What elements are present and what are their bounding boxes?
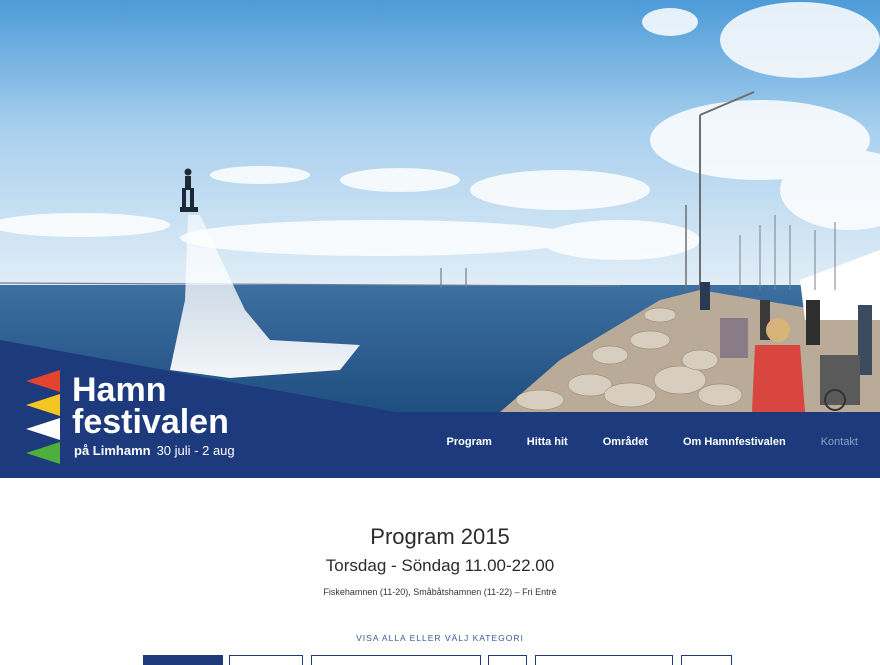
nav-omradet[interactable]: Området [603, 436, 648, 450]
filter-button[interactable] [229, 655, 303, 665]
program-section: Program 2015 Torsdag - Söndag 11.00-22.0… [0, 478, 880, 665]
logo-tagline: på Limhamn 30 juli - 2 aug [74, 443, 235, 458]
filter-button[interactable] [535, 655, 673, 665]
nav-program[interactable]: Program [447, 436, 492, 450]
page-subtitle: Torsdag - Söndag 11.00-22.00 [325, 556, 555, 575]
main-nav: Program Hitta hit Området Om Hamnfestiva… [412, 436, 858, 450]
filter-button[interactable] [311, 655, 481, 665]
filter-button[interactable] [681, 655, 732, 665]
page-title: Program 2015 [370, 524, 510, 549]
hero-banner: Hamn festivalen på Limhamn 30 juli - 2 au… [0, 0, 880, 478]
category-filters [0, 655, 880, 665]
filter-button-all[interactable] [143, 655, 223, 665]
filter-button[interactable] [488, 655, 527, 665]
venue-info: Fiskehamnen (11-20), Småbåtshamnen (11-2… [323, 587, 557, 597]
flag-icon [26, 370, 60, 464]
festival-logo[interactable]: Hamn festivalen på Limhamn 30 juli - 2 au… [26, 370, 266, 470]
nav-om-hamnfestivalen[interactable]: Om Hamnfestivalen [683, 436, 786, 450]
logo-dates: 30 juli - 2 aug [156, 443, 235, 458]
nav-hitta-hit[interactable]: Hitta hit [527, 436, 568, 450]
filter-label: VISA ALLA ELLER VÄLJ KATEGORI [356, 633, 524, 643]
nav-kontakt[interactable]: Kontakt [821, 436, 858, 450]
logo-place: på Limhamn [74, 443, 151, 458]
logo-text-festivalen: festivalen [72, 403, 229, 441]
